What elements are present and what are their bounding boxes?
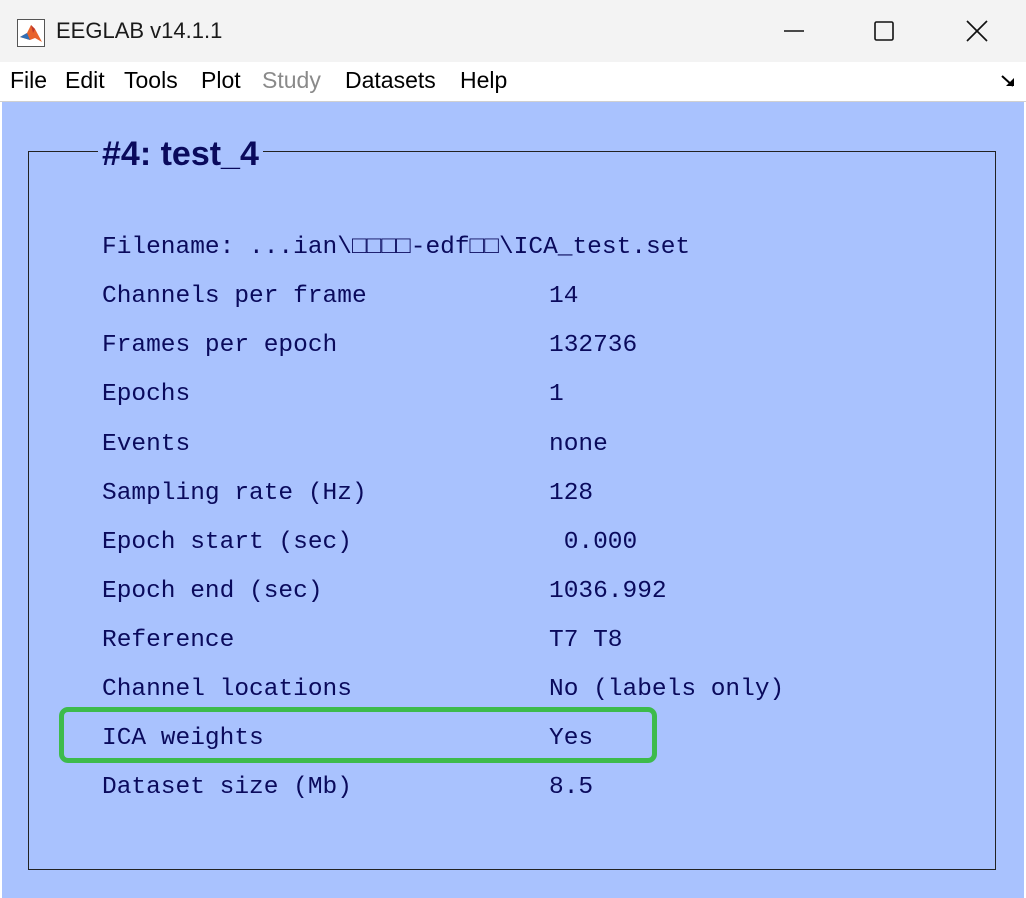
maximize-button[interactable]: [838, 0, 930, 62]
maximize-icon: [874, 21, 894, 41]
row-label: Dataset size (Mb): [102, 774, 352, 801]
row-label: Events: [102, 431, 191, 458]
row-label: Epoch end (sec): [102, 578, 323, 605]
row-value: 14: [549, 283, 579, 310]
dock-arrow-icon[interactable]: [1000, 73, 1016, 89]
matlab-icon: [17, 19, 45, 47]
menu-edit[interactable]: Edit: [65, 67, 105, 94]
info-row-channels: Channels per frame 14: [102, 282, 578, 312]
menu-plot[interactable]: Plot: [201, 67, 241, 94]
info-row-epoch-end: Epoch end (sec) 1036.992: [102, 577, 667, 607]
dataset-title: #4: test_4: [98, 134, 263, 174]
row-value: T7 T8: [549, 627, 623, 654]
row-value: 128: [549, 480, 594, 507]
menu-file[interactable]: File: [10, 67, 47, 94]
close-button[interactable]: [931, 0, 1023, 62]
row-label: Channels per frame: [102, 283, 367, 310]
row-label: Sampling rate (Hz): [102, 480, 367, 507]
minimize-icon: [784, 30, 804, 32]
title-bar[interactable]: EEGLAB v14.1.1: [0, 0, 1026, 62]
eeglab-window: EEGLAB v14.1.1 File Edit Tools Plot Stud…: [0, 0, 1026, 898]
row-label: Epochs: [102, 381, 191, 408]
info-row-epochs: Epochs 1: [102, 380, 564, 410]
info-row-events: Events none: [102, 430, 608, 460]
row-value: 8.5: [549, 774, 594, 801]
filename-text: Filename: ...ian\□□□□-edf□□\ICA_test.set: [102, 234, 691, 261]
menu-datasets[interactable]: Datasets: [345, 67, 436, 94]
row-label: Channel locations: [102, 676, 352, 703]
dataset-info-panel: #4: test_4 Filename: ...ian\□□□□-edf□□\I…: [2, 102, 1024, 898]
info-row-frames: Frames per epoch 132736: [102, 331, 637, 361]
menu-study[interactable]: Study: [262, 67, 321, 94]
menu-bar: File Edit Tools Plot Study Datasets Help: [0, 62, 1026, 102]
minimize-button[interactable]: [748, 0, 840, 62]
menu-help[interactable]: Help: [460, 67, 507, 94]
menu-tools[interactable]: Tools: [124, 67, 178, 94]
row-label: Reference: [102, 627, 235, 654]
info-row-dataset-size: Dataset size (Mb) 8.5: [102, 773, 593, 803]
row-value: none: [549, 431, 608, 458]
ica-weights-highlight: [59, 707, 657, 763]
info-row-reference: Reference T7 T8: [102, 626, 623, 656]
row-label: Epoch start (sec): [102, 529, 352, 556]
row-value: 1: [549, 381, 564, 408]
window-title: EEGLAB v14.1.1: [56, 18, 223, 43]
row-value: No (labels only): [549, 676, 785, 703]
info-row-sampling-rate: Sampling rate (Hz) 128: [102, 479, 593, 509]
row-value: 0.000: [549, 529, 638, 556]
row-value: 1036.992: [549, 578, 667, 605]
row-label: Frames per epoch: [102, 332, 338, 359]
row-value: 132736: [549, 332, 638, 359]
close-icon: [966, 20, 988, 42]
info-row-channel-locations: Channel locations No (labels only): [102, 675, 784, 705]
info-row-epoch-start: Epoch start (sec) 0.000: [102, 528, 637, 558]
filename-row: Filename: ...ian\□□□□-edf□□\ICA_test.set: [102, 233, 690, 263]
